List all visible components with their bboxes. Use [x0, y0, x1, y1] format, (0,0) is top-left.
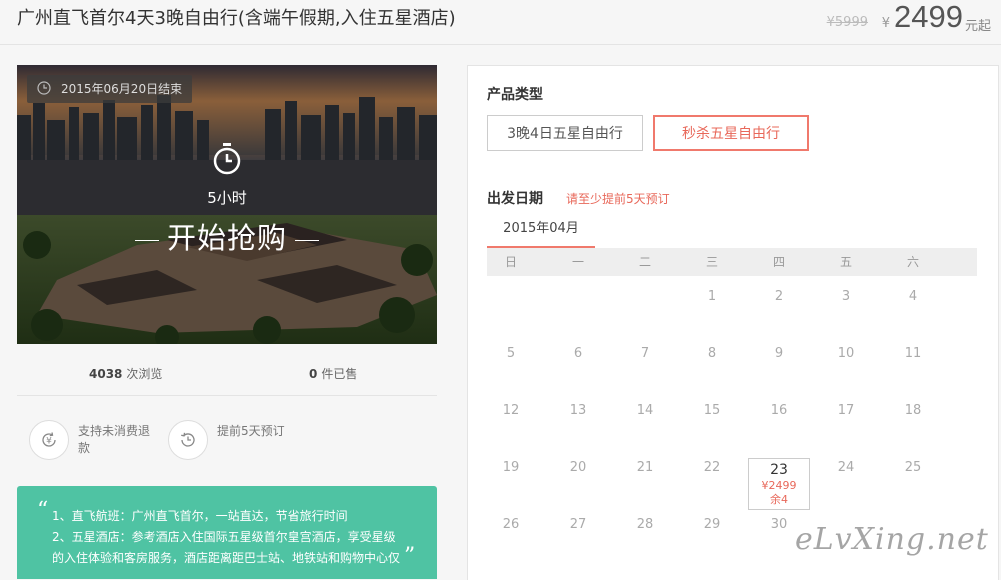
type-option-3n4d[interactable]: 3晚4日五星自由行	[487, 115, 643, 151]
calendar-day: 7	[640, 346, 650, 361]
highlight-line-3: 的入住体验和客房服务，酒店距离距巴士站、地铁站和购物中心仅	[52, 551, 401, 565]
calendar-day: 21	[636, 460, 654, 475]
history-icon	[168, 420, 208, 460]
calendar-day: 14	[636, 403, 654, 418]
end-date-text: 2015年06月20日结束	[61, 82, 183, 96]
product-type-label: 产品类型	[487, 87, 543, 103]
weekday-2: 二	[638, 255, 651, 269]
type-option-flash-sale[interactable]: 秒杀五星自由行	[653, 115, 809, 151]
calendar-day: 2	[774, 289, 784, 304]
calendar-day: 15	[703, 403, 721, 418]
calendar-day: 18	[904, 403, 922, 418]
calendar-day: 28	[636, 517, 654, 532]
original-price: ¥5999	[826, 15, 868, 30]
calendar-day: 9	[774, 346, 784, 361]
stats-bar: 4038 次浏览 0 件已售	[17, 357, 437, 396]
calendar-day: 1	[707, 289, 717, 304]
weekday-4: 四	[772, 255, 785, 269]
start-buying-text: 开始抢购	[166, 221, 287, 255]
calendar-day: 17	[837, 403, 855, 418]
calendar-day-available[interactable]: 23 ¥2499 余4	[748, 458, 810, 510]
calendar-day: 24	[837, 460, 855, 475]
dash-right	[295, 239, 319, 241]
calendar-day: 6	[573, 346, 583, 361]
current-price: 2499	[894, 0, 963, 34]
weekday-3: 三	[705, 255, 718, 269]
calendar-day: 12	[502, 403, 520, 418]
calendar-day-price: ¥2499	[761, 479, 797, 492]
view-count-label: 次浏览	[126, 367, 163, 381]
countdown-hours: 5小时	[207, 189, 247, 207]
weekday-1: 一	[571, 255, 584, 269]
dash-left	[134, 239, 159, 241]
calendar-day: 25	[904, 460, 922, 475]
price-block: ¥5999 ¥ 2499 元起	[696, 0, 996, 40]
close-quote-icon: ”	[404, 544, 416, 569]
start-buying-label[interactable]: 开始抢购	[17, 215, 437, 257]
highlights-box: “ 1、直飞航班：广州直飞首尔，一站直达，节省旅行时间 2、五星酒店：参考酒店入…	[17, 486, 437, 579]
currency-symbol: ¥	[881, 16, 890, 31]
month-tab-label: 2015年04月	[503, 221, 579, 236]
open-quote-icon: “	[37, 498, 49, 523]
yen-refund-icon: ¥	[29, 420, 69, 460]
calendar-day: 8	[707, 346, 717, 361]
calendar-day: 26	[502, 517, 520, 532]
calendar-day: 5	[506, 346, 516, 361]
departure-date-label: 出发日期	[487, 191, 543, 207]
view-count-number: 4038	[89, 367, 123, 381]
sold-count-number: 0	[309, 367, 318, 381]
weekday-0: 日	[504, 255, 517, 269]
header-bar: 广州直飞首尔4天3晚自由行(含端午假期,入住五星酒店) ¥5999 ¥ 2499…	[0, 0, 1001, 45]
booking-panel: 产品类型 3晚4日五星自由行 秒杀五星自由行 出发日期 请至少提前5天预订 20…	[467, 65, 999, 580]
calendar-day: 19	[502, 460, 520, 475]
calendar-day: 20	[569, 460, 587, 475]
sold-count-label: 件已售	[321, 367, 358, 381]
stopwatch-icon	[213, 143, 241, 175]
sold-count: 0 件已售	[309, 365, 357, 382]
calendar-day: 22	[703, 460, 721, 475]
feature-advance-text: 提前5天预订	[217, 424, 285, 438]
feature-refund-text: 支持未消费退款	[78, 424, 151, 455]
highlight-line-1: 1、直飞航班：广州直飞首尔，一站直达，节省旅行时间	[52, 509, 348, 523]
calendar-day: 10	[837, 346, 855, 361]
end-date-badge: 2015年06月20日结束	[27, 75, 193, 103]
svg-text:¥: ¥	[46, 437, 52, 447]
month-tab[interactable]: 2015年04月	[487, 218, 595, 253]
weekday-5: 五	[839, 255, 852, 269]
hero-image: 2015年06月20日结束 5小时 开始抢购	[17, 65, 437, 344]
calendar-day-number: 23	[770, 462, 788, 478]
calendar-day: 13	[569, 403, 587, 418]
calendar-day: 29	[703, 517, 721, 532]
highlight-line-2: 2、五星酒店：参考酒店入住国际五星级首尔皇宫酒店，享受星级	[52, 530, 396, 544]
product-title: 广州直飞首尔4天3晚自由行(含端午假期,入住五星酒店)	[17, 8, 456, 29]
calendar-day: 27	[569, 517, 587, 532]
view-count: 4038 次浏览	[89, 365, 162, 382]
advance-booking-note: 请至少提前5天预订	[566, 192, 670, 206]
clock-icon	[37, 81, 51, 95]
price-unit: 元起	[964, 19, 991, 34]
calendar-weekday-header: 日一二三四五六	[487, 248, 977, 276]
watermark-logo: eLvXing.net	[795, 522, 989, 557]
calendar-day: 16	[770, 403, 788, 418]
calendar-day: 3	[841, 289, 851, 304]
weekday-6: 六	[906, 255, 919, 269]
calendar-day: 4	[908, 289, 918, 304]
calendar-day-remaining: 余4	[770, 493, 788, 506]
calendar-day: 11	[904, 346, 922, 361]
